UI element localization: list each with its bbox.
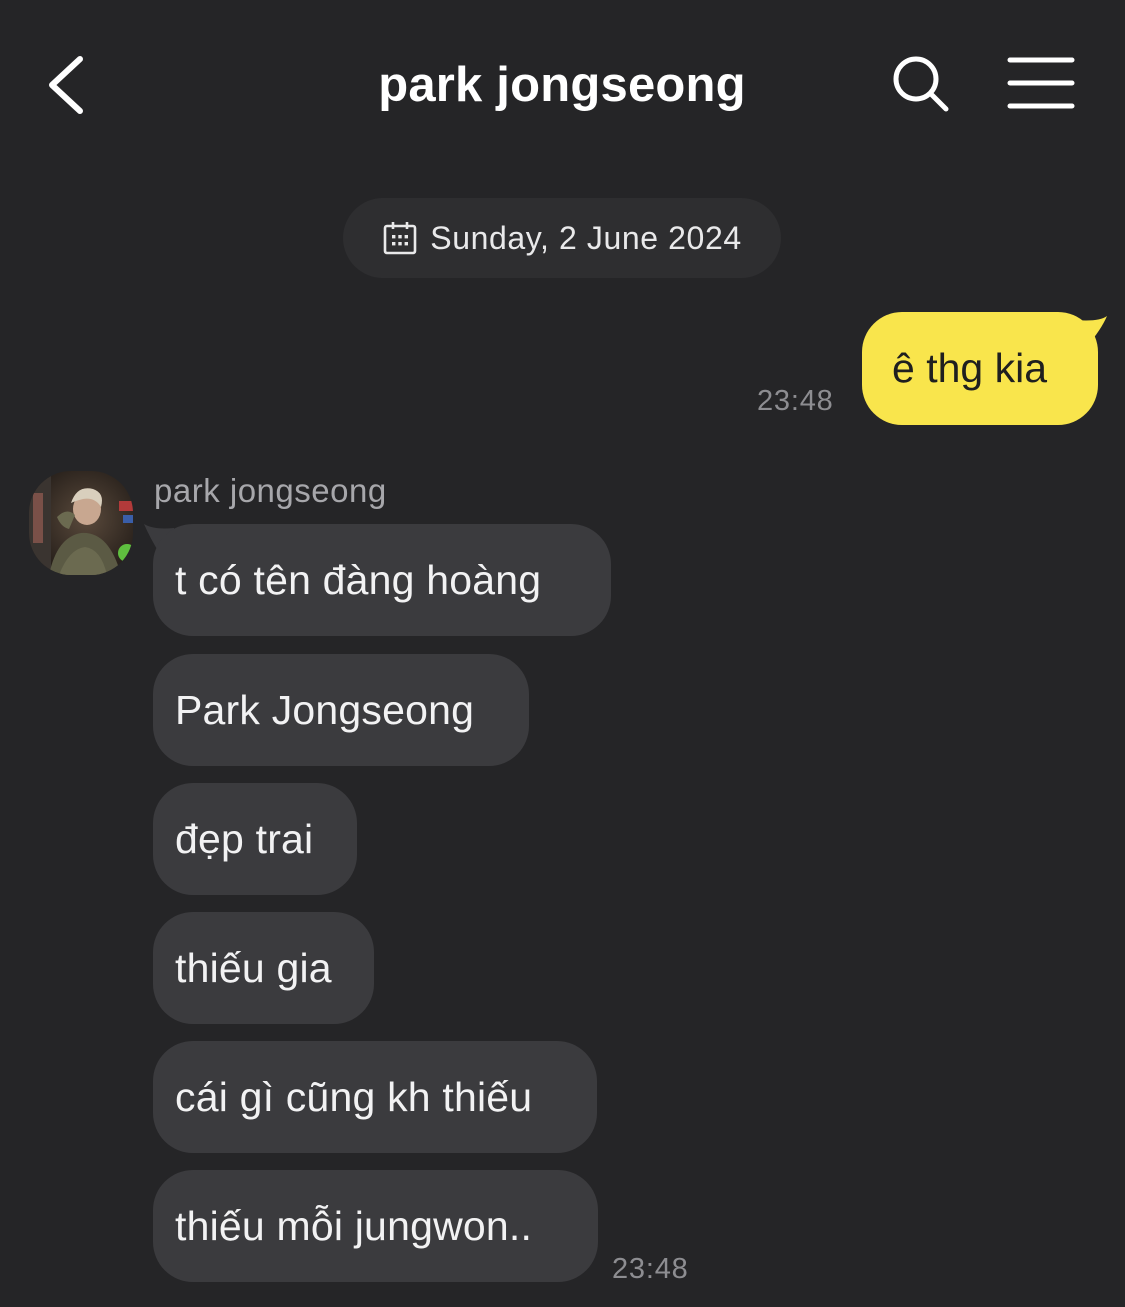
search-icon (893, 56, 949, 112)
chevron-left-icon (49, 56, 83, 114)
back-button[interactable] (30, 45, 110, 125)
incoming-message-bubble[interactable]: cái gì cũng kh thiếu (153, 1041, 597, 1153)
outgoing-message-bubble[interactable]: ê thg kia (862, 312, 1098, 425)
hamburger-menu-icon (1007, 57, 1075, 109)
incoming-message-bubble[interactable]: t có tên đàng hoàng (153, 524, 611, 636)
chat-header: park jongseong (0, 0, 1125, 170)
incoming-timestamp: 23:48 (612, 1253, 689, 1285)
date-text: Sunday, 2 June 2024 (430, 219, 742, 256)
chat-screen: park jongseong Sunday, 2 June 2024 23:48… (0, 0, 1125, 1307)
date-divider: Sunday, 2 June 2024 (343, 198, 781, 278)
search-button[interactable] (880, 45, 960, 125)
outgoing-timestamp: 23:48 (757, 385, 834, 417)
avatar[interactable] (29, 471, 133, 575)
menu-button[interactable] (1000, 45, 1082, 125)
calendar-icon (383, 222, 417, 255)
incoming-message-bubble[interactable]: thiếu gia (153, 912, 374, 1024)
incoming-message-bubble[interactable]: thiếu mỗi jungwon.. (153, 1170, 598, 1282)
sender-name: park jongseong (154, 472, 387, 509)
chat-title: park jongseong (378, 58, 746, 112)
incoming-message-bubble[interactable]: đẹp trai (153, 783, 357, 895)
incoming-message-bubble[interactable]: Park Jongseong (153, 654, 529, 766)
avatar-photo (29, 471, 133, 575)
